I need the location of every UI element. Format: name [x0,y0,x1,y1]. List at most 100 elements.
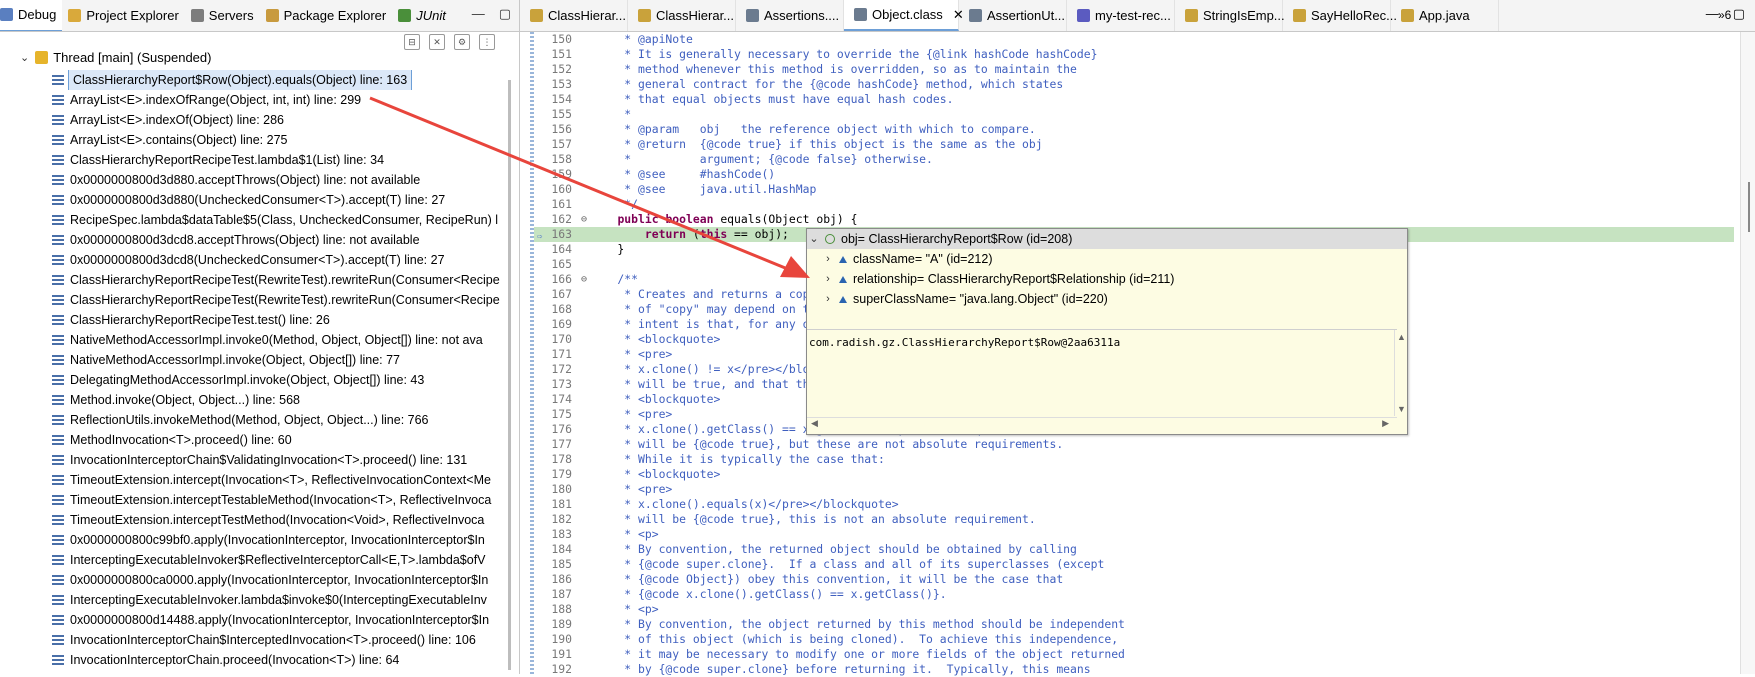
stack-frame[interactable]: ClassHierarchyReportRecipeTest.test() li… [52,310,507,330]
code-line[interactable]: 159 * @see #hashCode() [534,167,1734,182]
stack-frame[interactable]: 0x0000000800d14488.apply(InvocationInter… [52,610,507,630]
code-line[interactable]: 150 * @apiNote [534,32,1734,47]
code-line[interactable]: 158 * argument; {@code false} otherwise. [534,152,1734,167]
view-menu-icon[interactable]: ⋮ [479,34,495,50]
code-line[interactable]: 157 * @return {@code true} if this objec… [534,137,1734,152]
popup-field-node[interactable]: › className= "A" (id=212) [807,249,1407,269]
stack-frame[interactable]: ClassHierarchyReportRecipeTest(RewriteTe… [52,270,507,290]
code-line[interactable]: 191 * it may be necessary to modify one … [534,647,1734,662]
scroll-left-icon[interactable]: ◀ [811,418,818,429]
stack-frame[interactable]: InterceptingExecutableInvoker.lambda$inv… [52,590,507,610]
code-line[interactable]: 151 * It is generally necessary to overr… [534,47,1734,62]
thread-node[interactable]: ⌄ Thread [main] (Suspended) [20,50,211,65]
code-line[interactable]: 184 * By convention, the returned object… [534,542,1734,557]
scroll-right-icon[interactable]: ▶ [1382,418,1389,429]
code-line[interactable]: 187 * {@code x.clone().getClass() == x.g… [534,587,1734,602]
tab-debug[interactable]: Debug [0,0,63,31]
stack-frame[interactable]: ClassHierarchyReport$Row(Object).equals(… [52,70,507,90]
inspect-popup[interactable]: ⌄ obj= ClassHierarchyReport$Row (id=208)… [806,228,1408,435]
stack-frame[interactable]: TimeoutExtension.interceptTestableMethod… [52,490,507,510]
code-line[interactable]: 152 * method whenever this method is ove… [534,62,1734,77]
maximize-icon[interactable]: ▢ [1733,6,1745,22]
fold-icon[interactable]: ⊖ [578,272,590,287]
tab-package-explorer[interactable]: Package Explorer [260,0,393,31]
code-line[interactable]: 183 * <p> [534,527,1734,542]
chevron-down-icon[interactable]: ⌄ [20,51,29,64]
popup-detail-vscroll[interactable]: ▲ ▼ [1394,330,1407,416]
minimize-icon[interactable]: — [472,6,485,22]
editor-tab[interactable]: Assertions.... [736,0,844,31]
tab-junit[interactable]: JUnit [392,0,452,31]
editor-tab[interactable]: App.java [1391,0,1499,31]
code-line[interactable]: 180 * <pre> [534,482,1734,497]
code-line[interactable]: 177 * will be {@code true}, but these ar… [534,437,1734,452]
stack-frame[interactable]: Method.invoke(Object, Object...) line: 5… [52,390,507,410]
stack-frame[interactable]: InvocationInterceptorChain.proceed(Invoc… [52,650,507,670]
code-line[interactable]: 182 * will be {@code true}, this is not … [534,512,1734,527]
chevron-right-icon[interactable]: › [821,249,835,269]
popup-detail-hscroll[interactable]: ◀ ▶ [807,417,1397,430]
code-line[interactable]: 178 * While it is typically the case tha… [534,452,1734,467]
stack-frame[interactable]: ClassHierarchyReportRecipeTest.lambda$1(… [52,150,507,170]
stack-frame[interactable]: InvocationInterceptorChain$ValidatingInv… [52,450,507,470]
tab-project-explorer[interactable]: Project Explorer [62,0,184,31]
code-line[interactable]: 156 * @param obj the reference object wi… [534,122,1734,137]
code-line[interactable]: 181 * x.clone().equals(x)</pre></blockqu… [534,497,1734,512]
stack-frame[interactable]: 0x0000000800c99bf0.apply(InvocationInter… [52,530,507,550]
code-line[interactable]: 179 * <blockquote> [534,467,1734,482]
stack-frame[interactable]: 0x0000000800ca0000.apply(InvocationInter… [52,570,507,590]
popup-root-node[interactable]: ⌄ obj= ClassHierarchyReport$Row (id=208) [807,229,1407,249]
scroll-down-icon[interactable]: ▼ [1397,404,1406,414]
stack-frame[interactable]: TimeoutExtension.interceptTestMethod(Inv… [52,510,507,530]
collapse-all-icon[interactable]: ⊟ [404,34,420,50]
stack-frame[interactable]: ArrayList<E>.indexOfRange(Object, int, i… [52,90,507,110]
editor-scroll-thumb[interactable] [1748,182,1750,232]
chevron-right-icon[interactable]: › [821,289,835,309]
maximize-icon[interactable]: ▢ [499,6,511,22]
stack-frame[interactable]: MethodInvocation<T>.proceed() line: 60 [52,430,507,450]
code-line[interactable]: 162 ⊖ public boolean equals(Object obj) { [534,212,1734,227]
stack-frame[interactable]: 0x0000000800d3dcd8(UncheckedConsumer<T>)… [52,250,507,270]
editor-tab[interactable]: ClassHierar... [628,0,736,31]
stack-frame[interactable]: 0x0000000800d3d880(UncheckedConsumer<T>)… [52,190,507,210]
debug-settings-icon[interactable]: ⚙ [454,34,470,50]
code-line[interactable]: 154 * that equal objects must have equal… [534,92,1734,107]
popup-field-node[interactable]: › relationship= ClassHierarchyReport$Rela… [807,269,1407,289]
editor-tab[interactable]: SayHelloRec... [1283,0,1397,31]
code-line[interactable]: 160 * @see java.util.HashMap [534,182,1734,197]
popup-field-node[interactable]: › superClassName= "java.lang.Object" (id=… [807,289,1407,309]
code-line[interactable]: 161 */ [534,197,1734,212]
code-line[interactable]: 153 * general contract for the {@code ha… [534,77,1734,92]
editor-scrollbar[interactable] [1740,32,1755,674]
code-line[interactable]: 185 * {@code super.clone}. If a class an… [534,557,1734,572]
chevron-right-icon[interactable]: › [821,269,835,289]
code-line[interactable]: 186 * {@code Object}) obey this conventi… [534,572,1734,587]
editor-tab[interactable]: ClassHierar... [520,0,628,31]
stack-frame[interactable]: TimeoutExtension.intercept(Invocation<T>… [52,470,507,490]
remove-terminated-icon[interactable]: ✕ [429,34,445,50]
stack-frame[interactable]: InterceptingExecutableInvoker$Reflective… [52,550,507,570]
code-line[interactable]: 192 * by {@code super.clone} before retu… [534,662,1734,677]
popup-detail-pane[interactable]: com.radish.gz.ClassHierarchyReport$Row@2… [807,329,1406,430]
stack-frame[interactable]: ArrayList<E>.contains(Object) line: 275 [52,130,507,150]
fold-icon[interactable]: ⊖ [578,212,590,227]
stack-frame[interactable]: ArrayList<E>.indexOf(Object) line: 286 [52,110,507,130]
code-line[interactable]: 190 * of this object (which is being clo… [534,632,1734,647]
stack-frame[interactable]: 0x0000000800d3dcd8.acceptThrows(Object) … [52,230,507,250]
stack-frame[interactable]: NativeMethodAccessorImpl.invoke(Object, … [52,350,507,370]
editor-tab[interactable]: my-test-rec... [1067,0,1175,31]
chevron-down-icon[interactable]: ⌄ [807,229,821,249]
stack-frame[interactable]: 0x0000000800d3d880.acceptThrows(Object) … [52,170,507,190]
stack-frame[interactable]: RecipeSpec.lambda$dataTable$5(Class, Unc… [52,210,507,230]
editor-tab[interactable]: Object.class ✕ [844,0,964,31]
stack-frame[interactable]: InvocationInterceptorChain$InterceptedIn… [52,630,507,650]
code-line[interactable]: 188 * <p> [534,602,1734,617]
stack-frame[interactable]: NativeMethodAccessorImpl.invoke0(Method,… [52,330,507,350]
stack-frame[interactable]: ReflectionUtils.invokeMethod(Method, Obj… [52,410,507,430]
editor-tab[interactable]: StringIsEmp... [1175,0,1285,31]
editor-tab[interactable]: AssertionUt... [959,0,1067,31]
scroll-up-icon[interactable]: ▲ [1397,332,1406,342]
stack-scrollbar[interactable] [508,80,511,670]
code-line[interactable]: 155 * [534,107,1734,122]
tab-servers[interactable]: Servers [185,0,260,31]
